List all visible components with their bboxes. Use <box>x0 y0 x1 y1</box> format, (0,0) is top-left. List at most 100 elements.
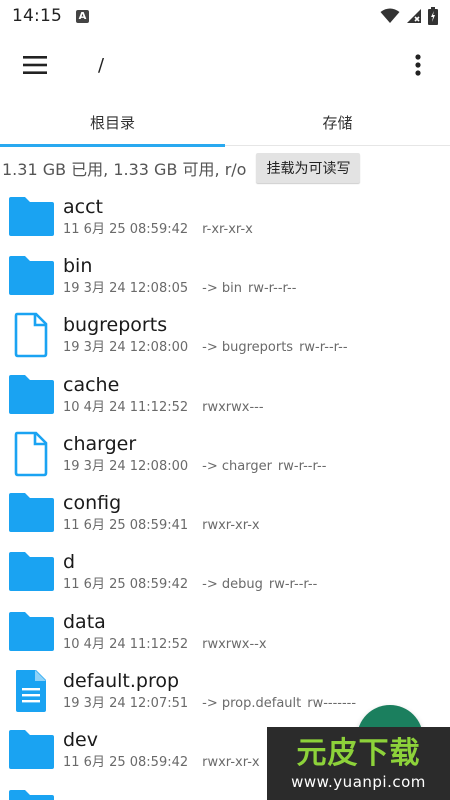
file-icon-wrapper <box>0 721 62 780</box>
file-date: 11 6月 25 08:59:42 <box>63 755 189 771</box>
file-name: config <box>63 492 122 515</box>
file-date: 11 6月 25 08:59:42 <box>63 221 189 237</box>
file-date: 19 3月 24 12:08:00 <box>63 458 189 474</box>
folder-icon <box>9 552 54 592</box>
storage-usage-text: 1.31 GB 已用, 1.33 GB 可用, r/o <box>2 160 247 179</box>
file-meta: 10 4月 24 11:12:52 rwxrwx--- <box>63 399 264 417</box>
file-name: cache <box>63 373 120 396</box>
file-permissions: rw-r--r-- <box>277 458 327 474</box>
folder-icon <box>9 493 54 533</box>
tab-storage[interactable]: 存储 <box>225 98 450 146</box>
file-date: 11 6月 25 08:59:42 <box>63 577 189 593</box>
document-icon <box>16 670 46 713</box>
current-path-title: / <box>98 54 105 76</box>
file-link-target: -> prop.default <box>202 696 302 712</box>
file-item-data[interactable]: data 10 4月 24 11:12:52 rwxrwx--x <box>0 602 450 661</box>
file-text: data 10 4月 24 11:12:52 rwxrwx--x <box>63 610 267 654</box>
status-time: 14:15 <box>12 6 62 26</box>
file-link-target: -> debug <box>202 577 263 593</box>
tab-bar: 根目录 存储 <box>0 98 450 147</box>
file-item-d[interactable]: d 11 6月 25 08:59:42 -> debug rw-r--r-- <box>0 543 450 602</box>
file-icon-wrapper <box>0 246 62 305</box>
status-icons <box>380 7 438 25</box>
file-permissions: rw-r--r-- <box>299 340 348 356</box>
file-meta: 19 3月 24 12:08:00 -> charger rw-r--r-- <box>63 458 326 476</box>
file-date: 19 3月 24 12:07:51 <box>63 696 189 712</box>
watermark-url: www.yuanpi.com <box>291 772 426 791</box>
file-icon-wrapper <box>0 484 62 543</box>
file-link-target: -> charger <box>202 458 272 474</box>
file-icon-wrapper <box>0 187 62 246</box>
file-text: bugreports 19 3月 24 12:08:00 -> bugreports… <box>63 313 348 357</box>
hamburger-menu-icon <box>23 56 47 74</box>
file-meta: 11 6月 25 08:59:42 rwxr-xr-x <box>63 754 260 772</box>
file-item-bin[interactable]: bin 19 3月 24 12:08:05 -> bin rw-r--r-- <box>0 246 450 305</box>
file-date: 10 4月 24 11:12:52 <box>63 399 189 415</box>
more-vert-icon <box>415 54 421 76</box>
folder-icon <box>9 789 54 800</box>
file-name: d <box>63 551 76 574</box>
file-item-acct[interactable]: acct 11 6月 25 08:59:42 r-xr-xr-x <box>0 187 450 246</box>
file-item-bugreports[interactable]: bugreports 19 3月 24 12:08:00 -> bugreports… <box>0 306 450 365</box>
file-date: 19 3月 24 12:08:00 <box>63 340 189 356</box>
file-date: 10 4月 24 11:12:52 <box>63 636 189 652</box>
watermark-logo: 元皮下载 www.yuanpi.com <box>267 727 450 800</box>
file-icon-wrapper <box>0 424 62 483</box>
file-meta: 11 6月 25 08:59:41 rwxr-xr-x <box>63 517 260 535</box>
file-text: acct 11 6月 25 08:59:42 r-xr-xr-x <box>63 195 253 239</box>
status-bar: 14:15 A <box>0 0 450 32</box>
file-permissions: rwxrwx--x <box>202 636 267 652</box>
file-text: config 11 6月 25 08:59:41 rwxr-xr-x <box>63 491 260 535</box>
folder-icon <box>9 730 54 770</box>
tab-root[interactable]: 根目录 <box>0 98 225 147</box>
file-item-config[interactable]: config 11 6月 25 08:59:41 rwxr-xr-x <box>0 483 450 542</box>
file-meta: 10 4月 24 11:12:52 rwxrwx--x <box>63 636 267 654</box>
file-name: bugreports <box>63 314 168 337</box>
file-permissions: rwxr-xr-x <box>202 518 260 534</box>
app-bar: / <box>0 32 450 98</box>
file-meta: 19 3月 24 12:08:05 -> bin rw-r--r-- <box>63 280 296 298</box>
notification-a-icon: A <box>76 9 89 23</box>
folder-icon <box>9 374 54 414</box>
storage-info-row: 1.31 GB 已用, 1.33 GB 可用, r/o 挂载为可读写 <box>0 150 450 186</box>
file-icon-wrapper <box>0 780 62 800</box>
file-permissions: rw-r--r-- <box>268 577 318 593</box>
file-text: bin 19 3月 24 12:08:05 -> bin rw-r--r-- <box>63 254 296 298</box>
file-permissions: rwxr-xr-x <box>202 755 260 771</box>
folder-icon <box>9 196 54 236</box>
file-name: acct <box>63 195 103 218</box>
file-meta: 19 3月 24 12:08:00 -> bugreports rw-r--r-- <box>63 339 348 357</box>
file-name: data <box>63 610 106 633</box>
file-text: charger 19 3月 24 12:08:00 -> charger rw-r--… <box>63 432 326 476</box>
folder-icon <box>9 611 54 651</box>
more-options-button[interactable] <box>396 41 440 89</box>
signal-icon <box>407 9 421 23</box>
file-icon-wrapper <box>0 543 62 602</box>
wifi-icon <box>380 8 400 23</box>
folder-icon <box>9 255 54 295</box>
file-icon-wrapper <box>0 306 62 365</box>
file-permissions: rw------- <box>307 696 357 712</box>
file-date: 11 6月 25 08:59:41 <box>63 518 189 534</box>
file-icon <box>14 312 48 358</box>
file-name: charger <box>63 432 137 455</box>
file-item-cache[interactable]: cache 10 4月 24 11:12:52 rwxrwx--- <box>0 365 450 424</box>
file-icon-wrapper <box>0 602 62 661</box>
file-text: default.prop 19 3月 24 12:07:51 -> prop.def… <box>63 669 356 713</box>
file-text: d 11 6月 25 08:59:42 -> debug rw-r--r-- <box>63 550 317 594</box>
file-icon-wrapper <box>0 365 62 424</box>
file-icon <box>14 431 48 477</box>
file-meta: 19 3月 24 12:07:51 -> prop.default rw------… <box>63 695 356 713</box>
file-link-target: -> bugreports <box>202 340 294 356</box>
file-item-charger[interactable]: charger 19 3月 24 12:08:00 -> charger rw-r--… <box>0 424 450 483</box>
file-text: cache 10 4月 24 11:12:52 rwxrwx--- <box>63 373 264 417</box>
file-icon-wrapper <box>0 662 62 721</box>
menu-button[interactable] <box>0 32 70 98</box>
file-link-target: -> bin <box>202 280 242 296</box>
file-date: 19 3月 24 12:08:05 <box>63 280 189 296</box>
file-permissions: rw-r--r-- <box>247 280 297 296</box>
file-name: dev <box>63 729 98 752</box>
remount-read-write-button[interactable]: 挂载为可读写 <box>256 153 361 183</box>
watermark-brand: 元皮下载 <box>296 735 421 771</box>
file-meta: 11 6月 25 08:59:42 r-xr-xr-x <box>63 221 253 239</box>
